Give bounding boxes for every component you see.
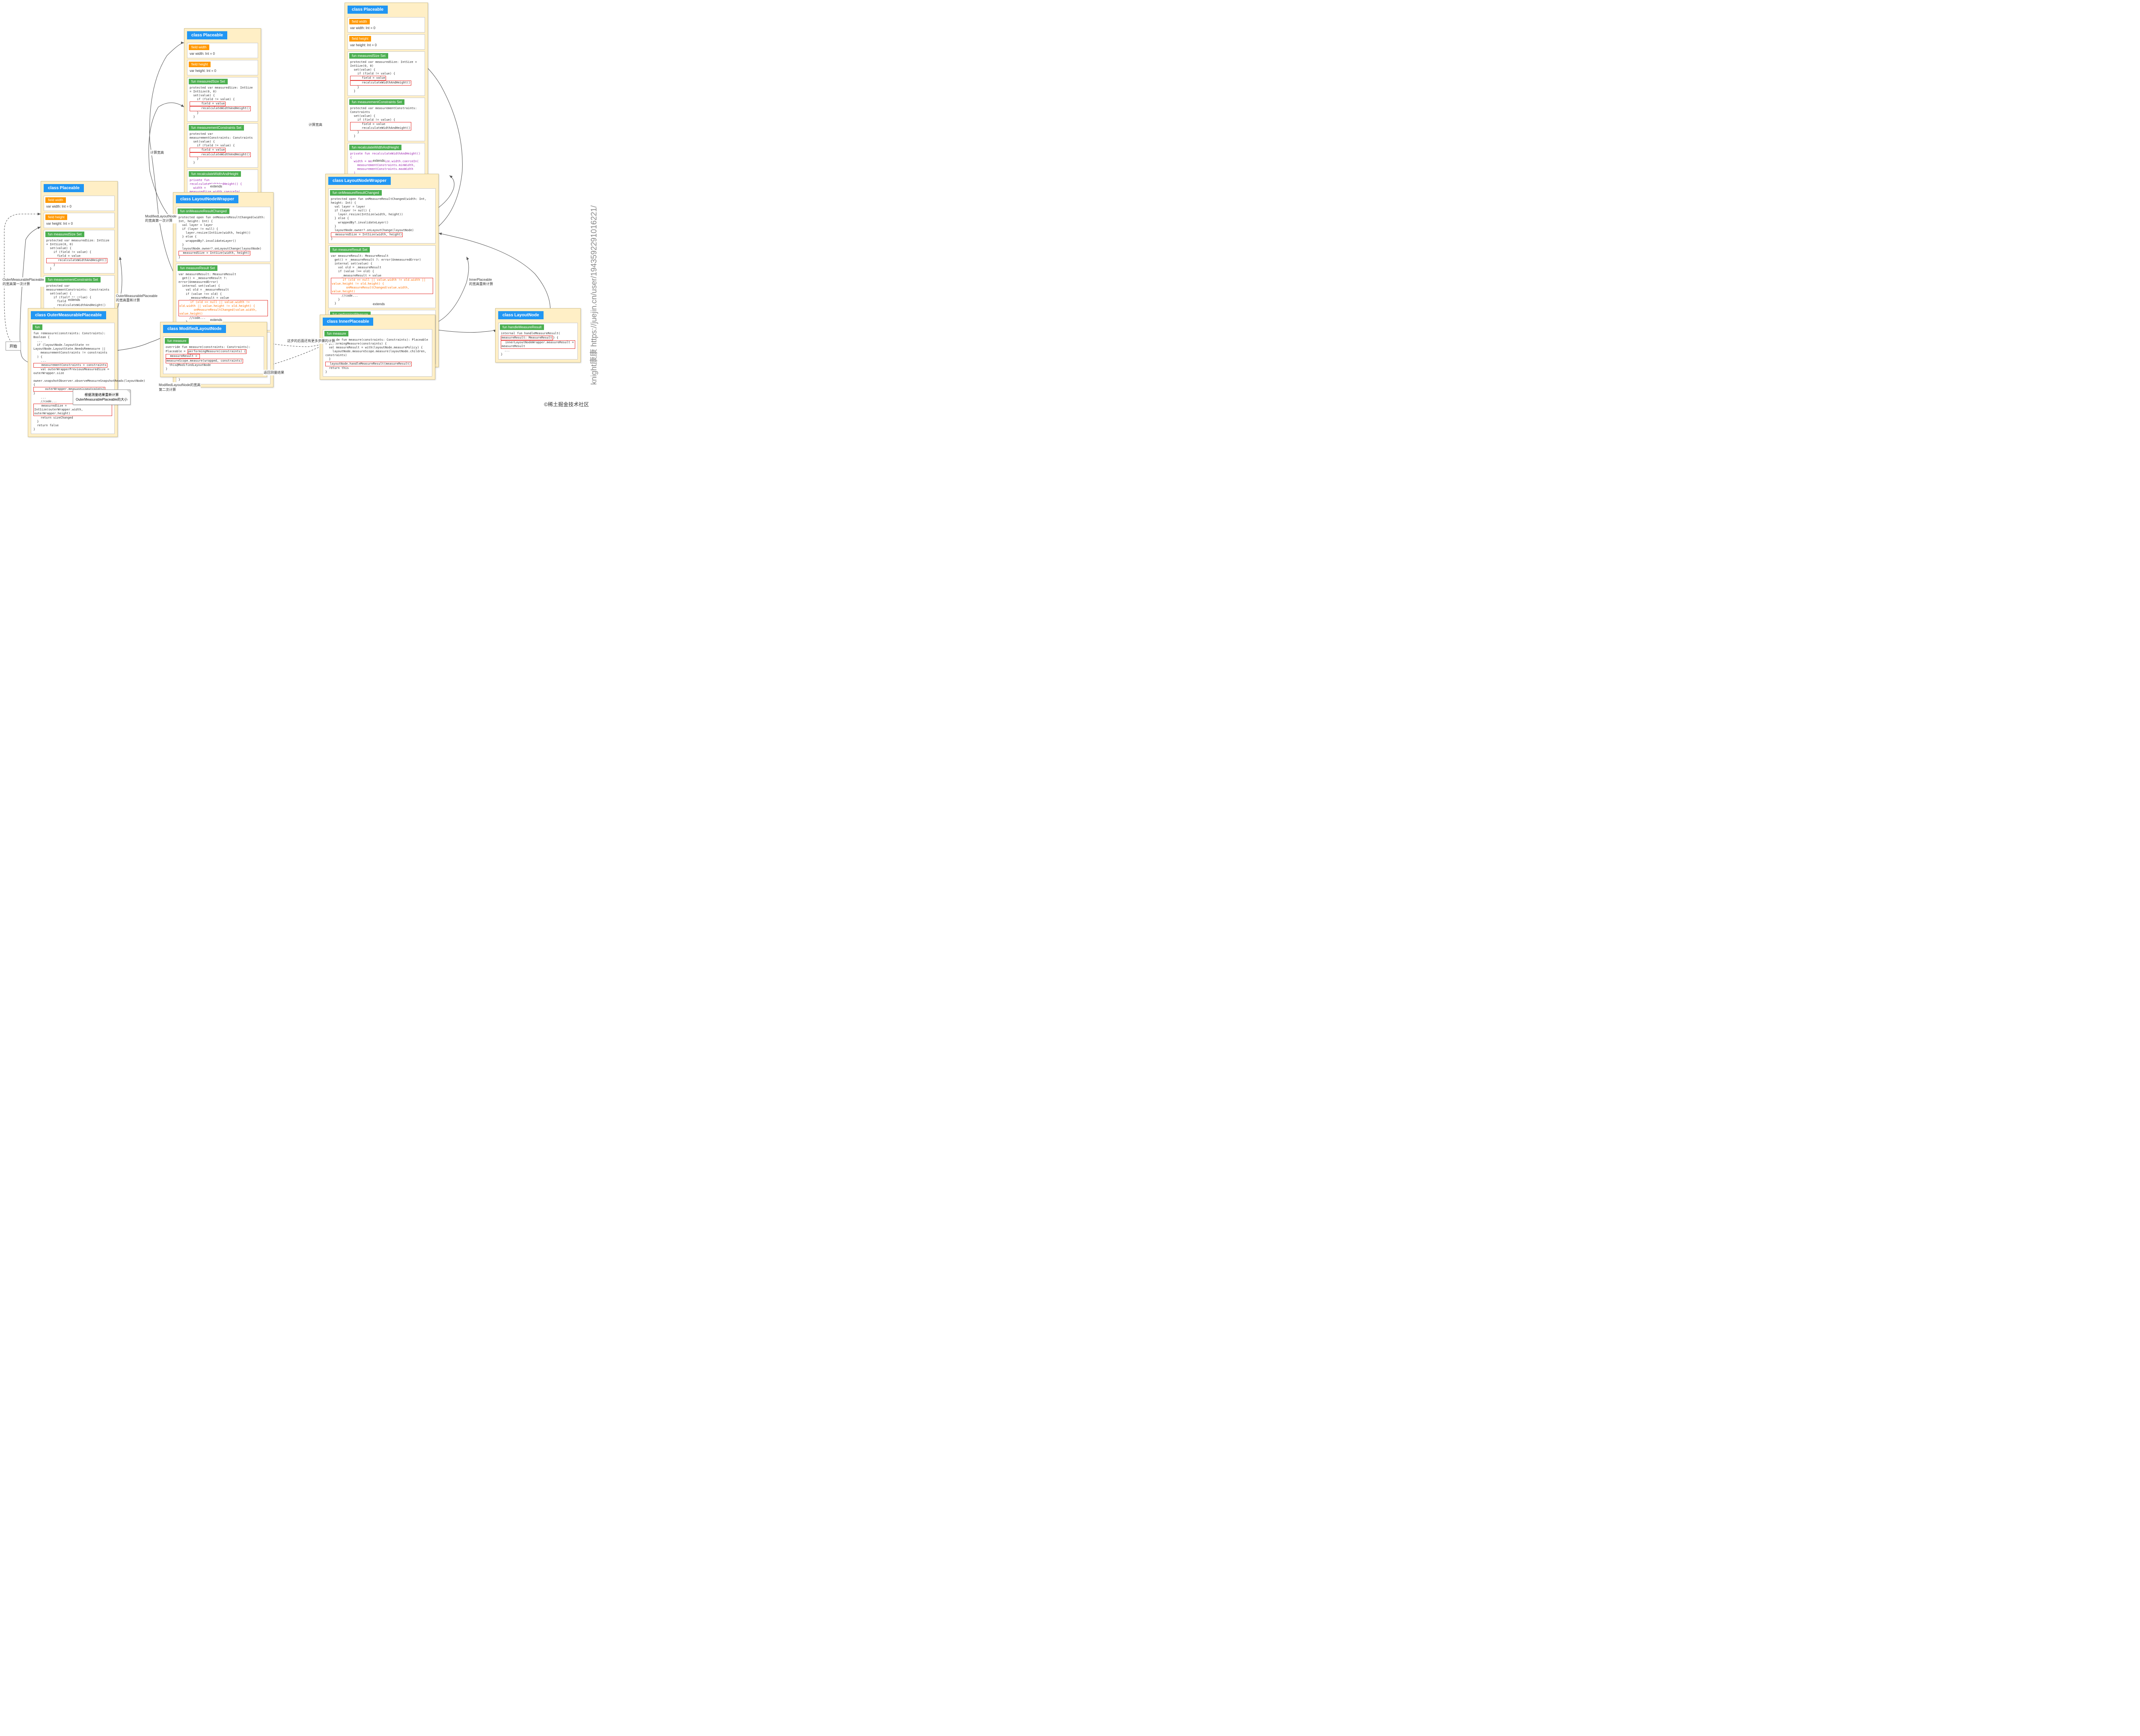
- class-title: class Placeable: [44, 184, 84, 192]
- class-placeable-right: class Placeable field widthvar width: In…: [345, 3, 428, 200]
- class-layout-node: class LayoutNode fun handleMeasureResult…: [495, 308, 581, 363]
- label-nextstep: 这步的后面还有更多步骤的计算: [287, 338, 336, 344]
- start-label: 开始: [6, 342, 21, 351]
- label-extends: extends: [372, 158, 385, 163]
- label-extends: extends: [372, 302, 385, 306]
- label-calc: 计算宽高: [150, 150, 164, 155]
- label-calc: 计算宽高: [308, 122, 323, 128]
- footer-attribution: ©稀土掘金技术社区: [544, 401, 589, 408]
- class-modified-layout-node: class ModifiedLayoutNode fun measureover…: [160, 322, 267, 377]
- label-extends: extends: [210, 184, 223, 189]
- label-outer-recalc: OuterMeasurablePlaceable 的宽高重新计算: [116, 294, 158, 303]
- class-inner-placeable: class InnerPlaceable fun measureoverride…: [320, 315, 435, 380]
- label-outer-first: OuterMeasurablePlaceable 的宽高第一次计算: [2, 277, 45, 287]
- note-bottom: 根据测量结果重新计算 OuterMeasurablePlaceable的大小: [73, 389, 131, 405]
- watermark: knight康康 https://juejin.cn/user/19435922…: [588, 205, 599, 385]
- label-modlayout: ModifiedLayoutNode 的宽高第一次计算: [145, 214, 177, 223]
- label-inner: InnerPlaceable 的宽高重新计算: [469, 277, 493, 287]
- label-modlayout2: ModifiedLayoutNode的宽高 第二次计算: [158, 382, 201, 392]
- label-return: 返回测量结果: [263, 370, 285, 375]
- class-outer-measurable: class OuterMeasurablePlaceable funfun re…: [28, 308, 118, 437]
- label-extends: extends: [210, 318, 223, 322]
- label-extends: extends: [68, 297, 80, 302]
